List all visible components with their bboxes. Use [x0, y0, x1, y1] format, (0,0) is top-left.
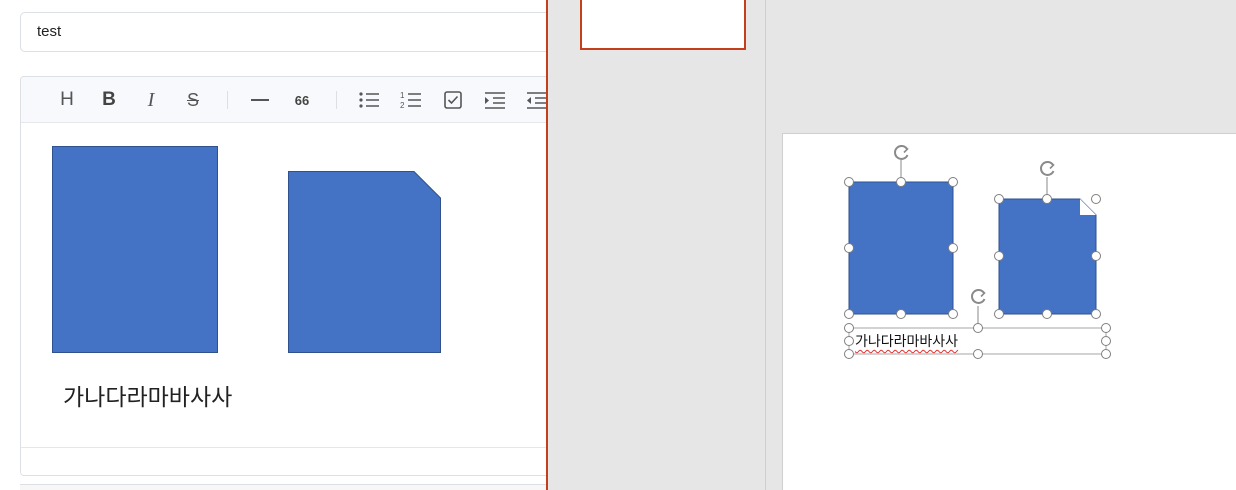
indent-button[interactable] — [483, 88, 507, 112]
editor-content[interactable]: 가나다라마바사사 — [21, 124, 548, 448]
horizontal-rule-icon — [251, 99, 269, 101]
outdent-icon — [527, 92, 547, 109]
heading-button[interactable]: H — [55, 88, 79, 112]
bold-button[interactable]: B — [97, 88, 121, 112]
task-list-button[interactable] — [441, 88, 465, 112]
ordered-list-button[interactable]: 1 2 — [399, 88, 423, 112]
horizontal-rule-button[interactable] — [248, 88, 272, 112]
slide-thumbnail-panel — [548, 0, 766, 490]
slide-thumbnail[interactable] — [580, 0, 746, 50]
rotate-handle-icon[interactable] — [971, 288, 986, 328]
italic-button[interactable]: I — [139, 88, 163, 112]
slide-snipped-rectangle-shape[interactable] — [998, 198, 1097, 315]
slide-editing-area: 가나다라마바사사 — [767, 0, 1236, 490]
indent-icon — [485, 92, 505, 109]
heading-icon: H — [60, 89, 74, 110]
strikethrough-button[interactable]: S — [181, 88, 205, 112]
slide-canvas[interactable]: 가나다라마바사사 — [782, 133, 1236, 490]
strikethrough-icon: S — [186, 89, 199, 110]
editor-footer — [21, 447, 548, 475]
editor-toolbar: H B I S 66 1 2 — [21, 77, 548, 123]
blockquote-button[interactable]: 66 — [290, 88, 314, 112]
rotate-handle-icon[interactable] — [1040, 160, 1055, 199]
snipped-rectangle-shape[interactable] — [288, 171, 441, 353]
bullet-list-icon — [359, 92, 379, 108]
title-input[interactable]: test — [20, 12, 548, 52]
svg-text:1: 1 — [400, 91, 405, 100]
toolbar-separator — [227, 91, 228, 109]
bullet-list-button[interactable] — [357, 88, 381, 112]
editor-pane: test H B I S 66 1 2 가나다라마바사사 — [0, 0, 548, 490]
editor-paragraph: 가나다라마바사사 — [63, 385, 233, 411]
checkbox-icon — [444, 91, 462, 109]
ordered-list-icon: 1 2 — [400, 91, 421, 110]
italic-icon: I — [147, 88, 155, 111]
toolbar-separator — [336, 91, 337, 109]
svg-text:2: 2 — [400, 101, 405, 110]
bottom-strip — [20, 484, 548, 490]
quote-icon: 66 — [294, 92, 310, 108]
slide-rectangle-shape[interactable] — [848, 181, 954, 315]
presentation-window: 가나다라마바사사 — [546, 0, 1236, 490]
outdent-button[interactable] — [525, 88, 548, 112]
bold-icon: B — [102, 89, 116, 110]
rich-text-editor: H B I S 66 1 2 가나다라마바사사 — [20, 76, 548, 476]
rectangle-shape[interactable] — [52, 146, 218, 353]
rotate-handle-icon[interactable] — [894, 144, 909, 182]
slide-textbox-text[interactable]: 가나다라마바사사 — [855, 331, 958, 351]
